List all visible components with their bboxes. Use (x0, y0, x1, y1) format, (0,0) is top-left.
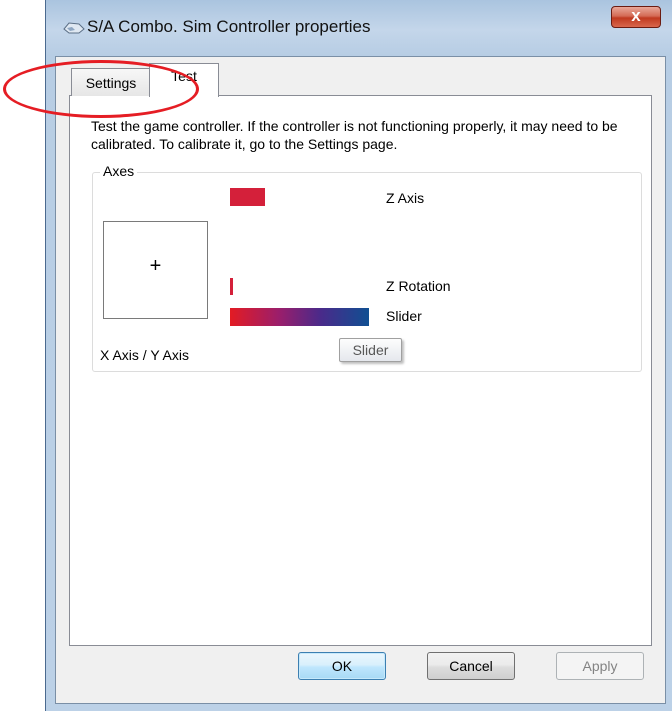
window-title: S/A Combo. Sim Controller properties (87, 17, 371, 36)
crosshair-icon: + (149, 255, 162, 277)
close-button[interactable]: x (611, 6, 661, 28)
tab-test[interactable]: Test (149, 63, 219, 97)
ok-button[interactable]: OK (298, 652, 386, 680)
axes-group-label: Axes (100, 163, 138, 179)
z-rotation-label: Z Rotation (386, 278, 451, 294)
xy-axis-label: X Axis / Y Axis (100, 347, 189, 363)
xy-axis-box: + (103, 221, 208, 319)
test-description: Test the game controller. If the control… (91, 118, 618, 152)
properties-window: S/A Combo. Sim Controller properties x S… (45, 0, 672, 711)
slider-label: Slider (386, 308, 422, 324)
dialog-client-area: Settings Test Test the game controller. … (55, 56, 666, 704)
apply-button: Apply (556, 652, 644, 680)
cancel-button[interactable]: Cancel (427, 652, 515, 680)
z-rotation-bar (230, 278, 233, 295)
z-axis-bar (230, 188, 265, 206)
slider-bar (230, 308, 369, 326)
game-controller-icon (63, 22, 85, 34)
z-axis-label: Z Axis (386, 190, 425, 206)
slider-tooltip: Slider (339, 338, 402, 362)
tab-settings[interactable]: Settings (71, 68, 151, 96)
close-icon: x (631, 6, 641, 25)
title-bar[interactable]: S/A Combo. Sim Controller properties x (46, 0, 672, 55)
